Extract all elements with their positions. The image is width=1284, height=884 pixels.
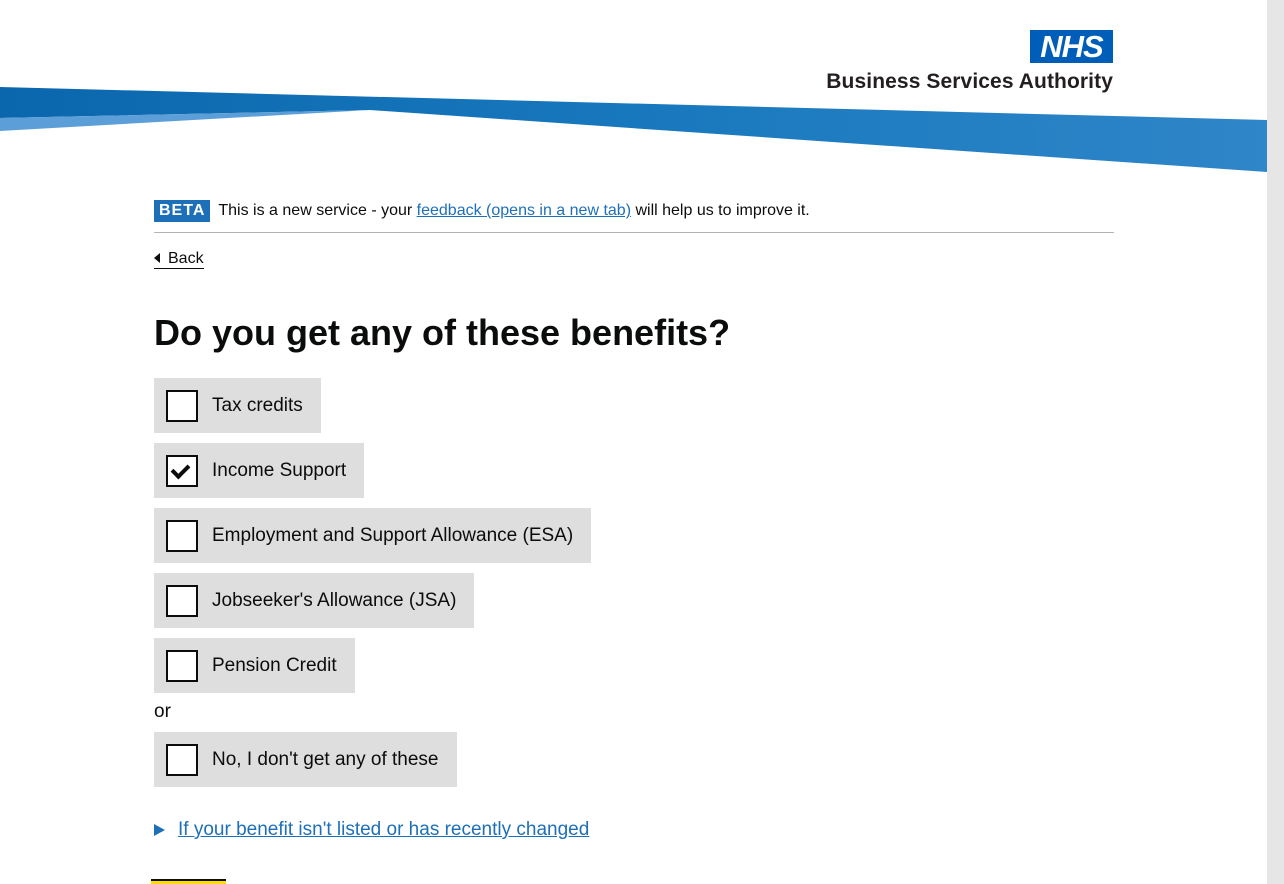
checkbox-jsa[interactable]: Jobseeker's Allowance (JSA) — [154, 573, 475, 628]
main-content: BETA This is a new service - your feedba… — [154, 199, 1114, 841]
checkbox-label: No, I don't get any of these — [212, 748, 439, 770]
benefits-checkbox-group: Tax credits Income Support Employment an… — [154, 378, 1114, 797]
disclosure-triangle-icon — [154, 824, 165, 836]
phase-banner-text-after: will help us to improve it. — [631, 202, 810, 219]
checkbox-income-support[interactable]: Income Support — [154, 443, 365, 498]
nhs-logo: NHS — [1030, 30, 1113, 63]
checkbox-box[interactable] — [166, 519, 198, 552]
back-link[interactable]: Back — [154, 249, 204, 269]
phase-banner: BETA This is a new service - your feedba… — [154, 199, 1114, 233]
org-name: Business Services Authority — [826, 70, 1113, 93]
beta-tag: BETA — [154, 200, 211, 222]
checkbox-box-checked[interactable] — [166, 454, 198, 487]
phase-banner-text-before: This is a new service - your — [218, 202, 417, 219]
feedback-link[interactable]: feedback (opens in a new tab) — [417, 202, 631, 219]
phase-banner-text: This is a new service - your feedback (o… — [218, 202, 809, 220]
checkbox-tax-credits[interactable]: Tax credits — [154, 378, 321, 433]
site-header: NHS Business Services Authority — [0, 0, 1267, 180]
checkbox-box[interactable] — [166, 584, 198, 617]
details-summary-link[interactable]: If your benefit isn't listed or has rece… — [178, 819, 589, 841]
page-title: Do you get any of these benefits? — [154, 312, 731, 353]
page-scrollbar[interactable] — [1267, 0, 1284, 884]
continue-button-partial[interactable] — [151, 879, 226, 884]
chevron-left-icon — [154, 253, 160, 263]
back-link-label: Back — [168, 250, 204, 267]
checkbox-box[interactable] — [166, 743, 198, 776]
checkbox-none-of-these[interactable]: No, I don't get any of these — [154, 732, 457, 787]
details-summary[interactable]: If your benefit isn't listed or has rece… — [154, 819, 1114, 841]
checkbox-label: Income Support — [212, 459, 347, 481]
nhs-bsa-logo[interactable]: NHS Business Services Authority — [812, 30, 1113, 96]
checkbox-pension-credit[interactable]: Pension Credit — [154, 638, 355, 693]
or-divider: or — [154, 701, 171, 722]
checkbox-label: Pension Credit — [212, 654, 337, 676]
checkbox-box[interactable] — [166, 389, 198, 422]
checkbox-label: Jobseeker's Allowance (JSA) — [212, 589, 457, 611]
checkbox-label: Tax credits — [212, 394, 303, 416]
checkbox-box[interactable] — [166, 649, 198, 682]
checkbox-label: Employment and Support Allowance (ESA) — [212, 524, 574, 546]
checkbox-esa[interactable]: Employment and Support Allowance (ESA) — [154, 508, 592, 563]
